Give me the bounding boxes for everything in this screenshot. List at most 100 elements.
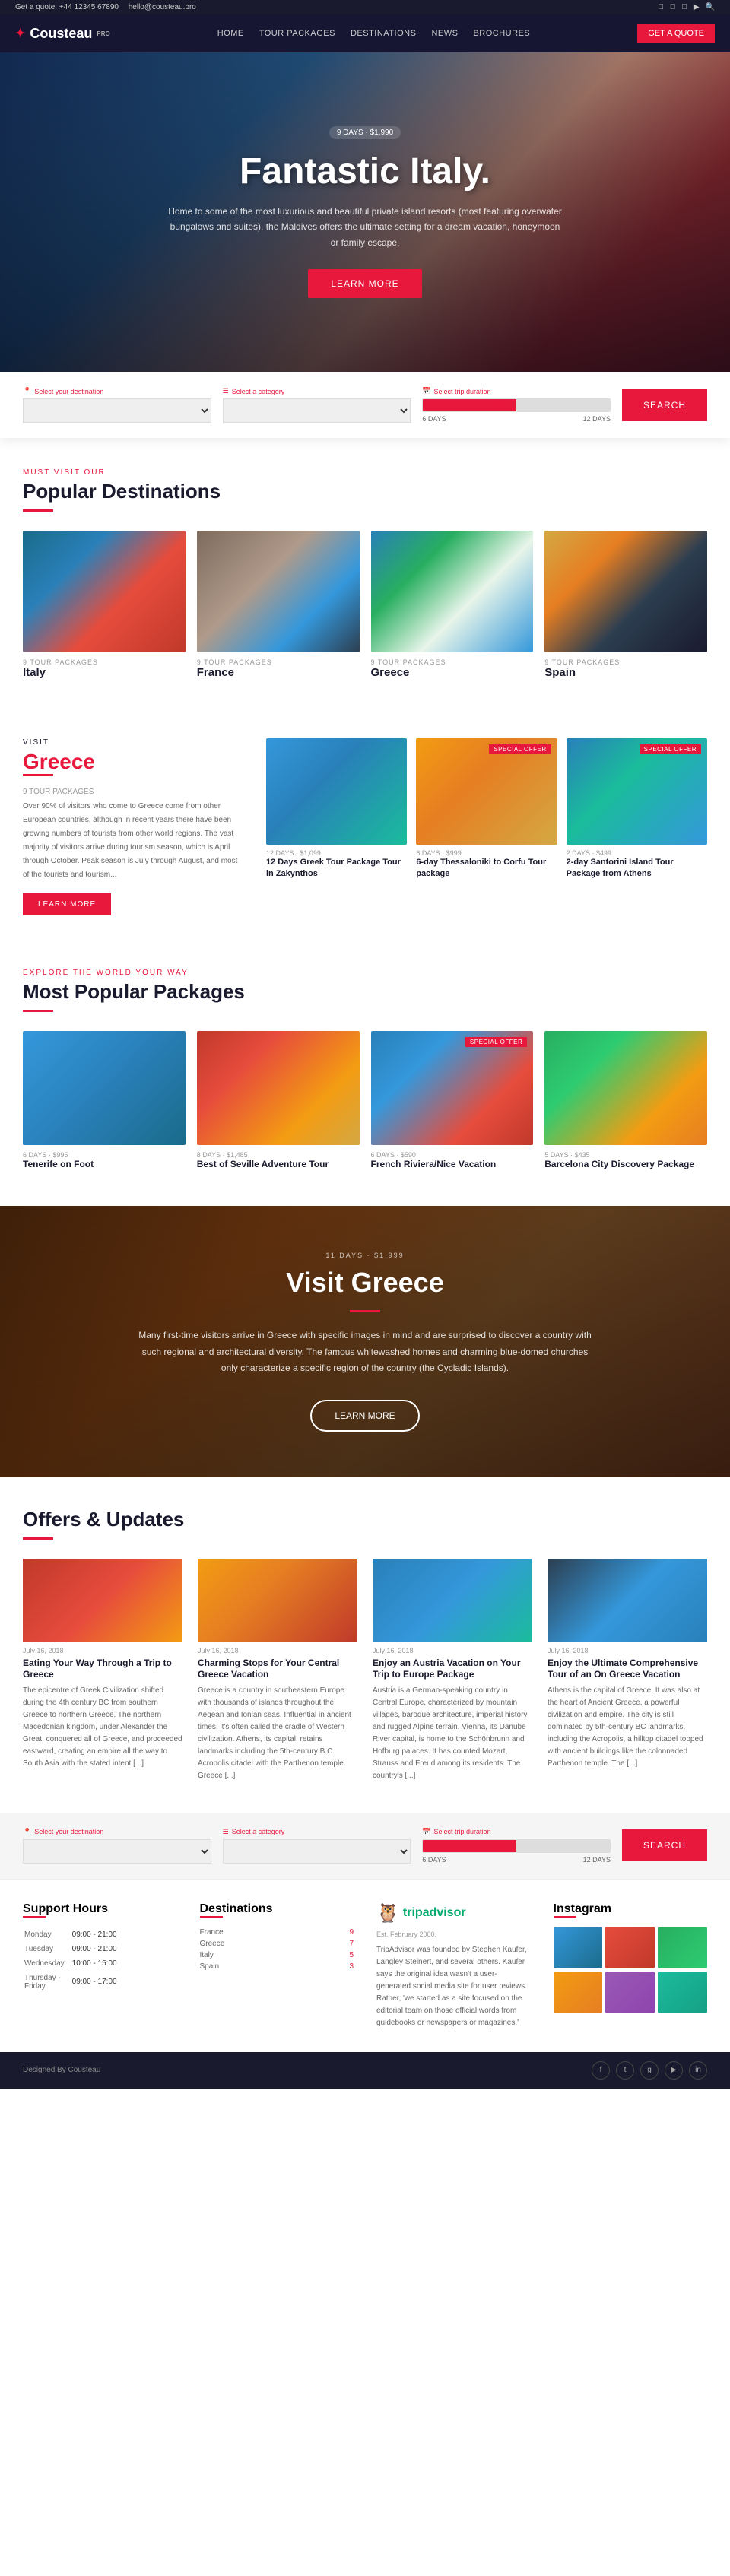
social-tw-icon[interactable]: t	[616, 2061, 634, 2080]
insta-img-2[interactable]	[605, 1927, 655, 1968]
search-bar: 📍 Select your destination Italy France G…	[0, 372, 730, 438]
duration-slider[interactable]	[422, 398, 611, 412]
footer-link-spain[interactable]: Spain 3	[200, 1961, 354, 1972]
greece-learn-more-button[interactable]: LEARN MORE	[23, 893, 111, 915]
hero-cta-button[interactable]: learn more	[308, 269, 421, 298]
category-select[interactable]: Adventure Cultural Beach	[223, 398, 411, 423]
footer-category-label: ☰ Select a category	[223, 1828, 411, 1836]
ta-icon: 🦉	[376, 1902, 399, 1924]
greece-card-2-meta: 6 DAYS · $999 6-day Thessaloniki to Corf…	[416, 845, 557, 885]
insta-img-5[interactable]	[605, 1972, 655, 2013]
logo-icon: ✦	[15, 26, 25, 41]
packages-grid: 6 DAYS · $995 Tenerife on Foot 8 DAYS · …	[23, 1031, 707, 1175]
greece-info: 9 TOUR PACKAGES Greece	[371, 652, 534, 685]
nav-destinations[interactable]: Destinations	[351, 29, 416, 38]
hours-row-monday: Monday 09:00 - 21:00	[24, 1928, 123, 1941]
footer-duration-slider[interactable]	[422, 1839, 611, 1853]
range-labels: 6 DAYS 12 DAYS	[422, 415, 611, 423]
pkg-3-special-badge: SPECIAL OFFER	[465, 1037, 527, 1047]
time-wednesday: 10:00 - 15:00	[72, 1957, 123, 1970]
pkg-1-days: 6 DAYS · $995	[23, 1151, 186, 1159]
spain-image	[544, 531, 707, 652]
special-badge-3: SPECIAL OFFER	[640, 744, 701, 754]
footer-search-button[interactable]: search	[622, 1829, 707, 1861]
greece-card-1[interactable]: 12 DAYS · $1,099 12 Days Greek Tour Pack…	[266, 738, 407, 915]
social-fb-icon[interactable]: f	[592, 2061, 610, 2080]
social-gp-icon[interactable]: g	[640, 2061, 659, 2080]
greece-card-2-image	[416, 738, 557, 845]
nav-tour-packages[interactable]: Tour Packages	[259, 29, 335, 38]
insta-img-3[interactable]	[658, 1927, 707, 1968]
support-hours-title: Support Hours	[23, 1902, 177, 1916]
nav-links: Home Tour Packages Destinations News Bro…	[217, 29, 531, 38]
greece-card-3[interactable]: SPECIAL OFFER 2 DAYS · $499 2-day Santor…	[567, 738, 707, 915]
search-button[interactable]: search	[622, 389, 707, 421]
destination-card-france[interactable]: 9 TOUR PACKAGES France	[197, 531, 360, 685]
nav-news[interactable]: News	[431, 29, 458, 38]
destination-select[interactable]: Italy France Greece Spain	[23, 398, 211, 423]
footer-category-select[interactable]	[223, 1839, 411, 1864]
pkg-4-days: 5 DAYS · $435	[544, 1151, 707, 1159]
destination-card-italy[interactable]: 9 TOUR PACKAGES Italy	[23, 531, 186, 685]
package-card-4[interactable]: 5 DAYS · $435 Barcelona City Discovery P…	[544, 1031, 707, 1175]
destinations-grid: 9 TOUR PACKAGES Italy 9 TOUR PACKAGES Fr…	[23, 531, 707, 685]
package-card-2[interactable]: 8 DAYS · $1,485 Best of Seville Adventur…	[197, 1031, 360, 1175]
visit-greece-banner: 11 DAYS · $1,999 Visit Greece Many first…	[0, 1206, 730, 1477]
offer-card-3[interactable]: July 16, 2018 Enjoy an Austria Vacation …	[373, 1559, 532, 1782]
offer-card-2[interactable]: July 16, 2018 Charming Stops for Your Ce…	[198, 1559, 357, 1782]
destination-card-greece[interactable]: 9 TOUR PACKAGES Greece	[371, 531, 534, 685]
spain-count: 3	[349, 1962, 354, 1971]
footer-tripadvisor-col: 🦉 tripadvisor Est. February 2000. TripAd…	[376, 1902, 531, 2029]
offer-3-text: Austria is a German-speaking country in …	[373, 1685, 532, 1782]
footer-instagram-col: Instagram	[554, 1902, 708, 2029]
ig-icon[interactable]: 	[681, 3, 687, 11]
greece-count: 7	[349, 1940, 354, 1948]
offer-3-date: July 16, 2018	[373, 1647, 532, 1654]
footer-destination-icon: 📍	[23, 1828, 31, 1836]
instagram-divider	[554, 1916, 576, 1918]
social-in-icon[interactable]: in	[689, 2061, 707, 2080]
footer-link-italy[interactable]: Italy 5	[200, 1949, 354, 1961]
greece-card-3-image	[567, 738, 707, 845]
insta-img-6[interactable]	[658, 1972, 707, 2013]
offer-2-text: Greece is a country in southeastern Euro…	[198, 1685, 357, 1782]
footer-copyright: Designed By Cousteau	[23, 2066, 100, 2074]
offer-1-date: July 16, 2018	[23, 1647, 182, 1654]
pkg-4-meta: 5 DAYS · $435 Barcelona City Discovery P…	[544, 1145, 707, 1175]
footer-support-col: Support Hours Monday 09:00 - 21:00 Tuesd…	[23, 1902, 177, 2029]
france-packages: 9 TOUR PACKAGES	[197, 658, 360, 666]
days-max: 12 DAYS	[583, 415, 611, 423]
destinations-divider	[23, 509, 53, 512]
instagram-grid	[554, 1927, 708, 2013]
insta-img-1[interactable]	[554, 1927, 603, 1968]
italy-image	[23, 531, 186, 652]
tw-icon[interactable]: 	[670, 3, 676, 11]
offer-card-1[interactable]: July 16, 2018 Eating Your Way Through a …	[23, 1559, 182, 1782]
nav-brochures[interactable]: Brochures	[473, 29, 530, 38]
popular-packages-section: Explore the world your way Most Popular …	[0, 938, 730, 1206]
pkg-3-image	[371, 1031, 534, 1145]
package-card-3[interactable]: SPECIAL OFFER 6 DAYS · $590 French Rivie…	[371, 1031, 534, 1175]
fb-icon[interactable]: 	[658, 3, 664, 11]
greece-visit-title: Greece	[23, 750, 243, 774]
search-icon[interactable]: 🔍	[706, 3, 715, 11]
social-yt-icon[interactable]: ▶	[665, 2061, 683, 2080]
insta-img-4[interactable]	[554, 1972, 603, 2013]
footer-destination-select[interactable]: Italy France Greece	[23, 1839, 211, 1864]
yt-icon[interactable]: ▶	[694, 3, 700, 11]
offer-card-4[interactable]: July 16, 2018 Enjoy the Ultimate Compreh…	[548, 1559, 707, 1782]
nav-home[interactable]: Home	[217, 29, 244, 38]
destination-card-spain[interactable]: 9 TOUR PACKAGES Spain	[544, 531, 707, 685]
nav-cta-button[interactable]: GET A QUOTE	[637, 24, 715, 43]
day-wednesday: Wednesday	[24, 1957, 71, 1970]
offers-section: Offers & Updates July 16, 2018 Eating Yo…	[0, 1477, 730, 1813]
footer-link-greece[interactable]: Greece 7	[200, 1938, 354, 1949]
vg-cta-button[interactable]: learn more	[310, 1400, 419, 1432]
footer-link-france[interactable]: France 9	[200, 1927, 354, 1938]
package-card-1[interactable]: 6 DAYS · $995 Tenerife on Foot	[23, 1031, 186, 1175]
days-min: 6 DAYS	[422, 415, 446, 423]
greece-card-3-days: 2 DAYS · $499	[567, 849, 707, 857]
greece-card-2[interactable]: SPECIAL OFFER 6 DAYS · $999 6-day Thessa…	[416, 738, 557, 915]
logo: ✦ CousteauPRO	[15, 26, 110, 42]
support-hours-table: Monday 09:00 - 21:00 Tuesday 09:00 - 21:…	[23, 1927, 125, 1994]
